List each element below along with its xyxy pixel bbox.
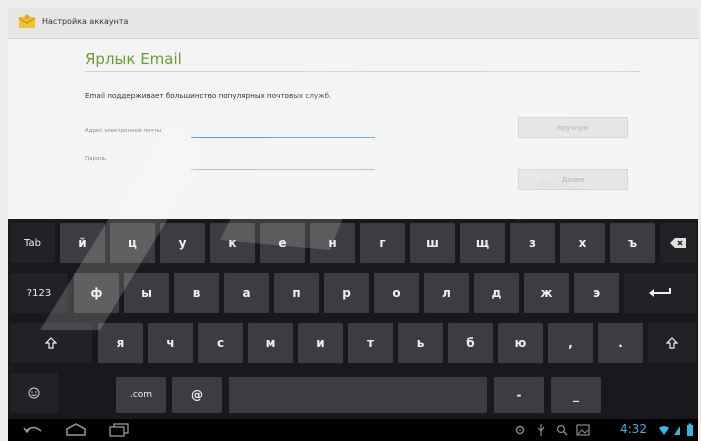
key-letter[interactable]: д bbox=[474, 273, 519, 313]
password-label: Пароль bbox=[85, 156, 107, 162]
key-enter[interactable] bbox=[624, 273, 696, 313]
key-letter[interactable]: ю bbox=[498, 323, 543, 363]
gallery-icon bbox=[576, 424, 590, 436]
title-divider bbox=[85, 71, 640, 72]
key-tab[interactable]: Tab bbox=[10, 223, 55, 263]
back-icon[interactable] bbox=[22, 423, 44, 437]
search-icon bbox=[556, 424, 568, 436]
soft-keyboard: Tab й ц у к е н г ш щ з х ъ ?123 ф ы в а… bbox=[8, 219, 698, 419]
key-letter[interactable]: ч bbox=[148, 323, 193, 363]
key-letter[interactable]: щ bbox=[460, 223, 505, 263]
key-letter[interactable]: т bbox=[348, 323, 393, 363]
signal-icon bbox=[674, 426, 680, 435]
intro-text: Email поддерживает большинство популярны… bbox=[85, 91, 332, 100]
battery-icon bbox=[687, 423, 693, 436]
settings-icon bbox=[515, 425, 525, 435]
key-letter[interactable]: у bbox=[160, 223, 205, 263]
key-shift-right[interactable] bbox=[648, 323, 696, 363]
key-letter[interactable]: р bbox=[324, 273, 369, 313]
shift-icon bbox=[45, 337, 57, 349]
key-letter[interactable]: ж bbox=[524, 273, 569, 313]
backspace-icon bbox=[670, 238, 686, 248]
key-letter[interactable]: о bbox=[374, 273, 419, 313]
home-icon[interactable] bbox=[64, 423, 88, 437]
key-letter[interactable]: б bbox=[448, 323, 493, 363]
enter-arrow-icon bbox=[649, 288, 671, 297]
android-screen: Настройка аккаунта Ярлык Email Email под… bbox=[0, 0, 701, 441]
key-emoji[interactable] bbox=[10, 373, 58, 413]
key-letter[interactable]: л bbox=[424, 273, 469, 313]
key-letter[interactable]: к bbox=[210, 223, 255, 263]
manual-setup-button[interactable]: Вручную bbox=[518, 117, 628, 138]
key-letter[interactable]: ф bbox=[74, 273, 119, 313]
password-field[interactable] bbox=[191, 155, 375, 170]
key-letter[interactable]: з bbox=[510, 223, 555, 263]
key-letter[interactable]: г bbox=[360, 223, 405, 263]
key-letter[interactable]: й bbox=[60, 223, 105, 263]
email-field[interactable] bbox=[191, 123, 375, 138]
key-period[interactable]: . bbox=[598, 323, 643, 363]
key-letter[interactable]: с bbox=[198, 323, 243, 363]
key-comma[interactable]: , bbox=[548, 323, 593, 363]
status-clock: 4:32 bbox=[620, 422, 647, 436]
key-space[interactable] bbox=[229, 377, 487, 413]
key-letter[interactable]: в bbox=[174, 273, 219, 313]
wifi-icon bbox=[659, 426, 669, 435]
recent-apps-icon[interactable] bbox=[108, 423, 130, 437]
key-letter[interactable]: х bbox=[560, 223, 605, 263]
email-app-icon[interactable] bbox=[18, 14, 36, 30]
next-button[interactable]: Далее bbox=[518, 169, 628, 190]
key-letter[interactable]: м bbox=[248, 323, 293, 363]
key-letter[interactable]: п bbox=[274, 273, 319, 313]
usb-icon bbox=[537, 424, 545, 436]
key-symbols[interactable]: ?123 bbox=[10, 273, 68, 313]
shift-icon bbox=[666, 337, 678, 349]
action-bar-title: Настройка аккаунта bbox=[42, 17, 129, 26]
key-letter[interactable]: н bbox=[310, 223, 355, 263]
key-letter[interactable]: ц bbox=[110, 223, 155, 263]
key-dash[interactable]: - bbox=[494, 377, 544, 413]
key-letter[interactable]: э bbox=[574, 273, 619, 313]
key-shift-left[interactable] bbox=[10, 323, 92, 363]
key-at[interactable]: @ bbox=[172, 377, 222, 413]
key-dotcom[interactable]: .com bbox=[116, 377, 166, 413]
action-bar: Настройка аккаунта bbox=[8, 8, 698, 39]
key-letter[interactable]: ы bbox=[124, 273, 169, 313]
smiley-icon bbox=[28, 387, 40, 399]
key-letter[interactable]: ь bbox=[398, 323, 443, 363]
system-nav-bar: 4:32 bbox=[8, 419, 698, 441]
page-title: Ярлык Email bbox=[85, 50, 182, 68]
email-label: Адрес электронной почты bbox=[85, 128, 162, 134]
key-letter[interactable]: и bbox=[298, 323, 343, 363]
account-setup-form: Ярлык Email Email поддерживает большинст… bbox=[8, 39, 698, 219]
key-underscore[interactable]: _ bbox=[551, 377, 601, 413]
key-backspace[interactable] bbox=[660, 223, 696, 263]
key-letter[interactable]: а bbox=[224, 273, 269, 313]
key-letter[interactable]: е bbox=[260, 223, 305, 263]
key-letter[interactable]: ъ bbox=[610, 223, 655, 263]
key-letter[interactable]: ш bbox=[410, 223, 455, 263]
key-letter[interactable]: я bbox=[98, 323, 143, 363]
